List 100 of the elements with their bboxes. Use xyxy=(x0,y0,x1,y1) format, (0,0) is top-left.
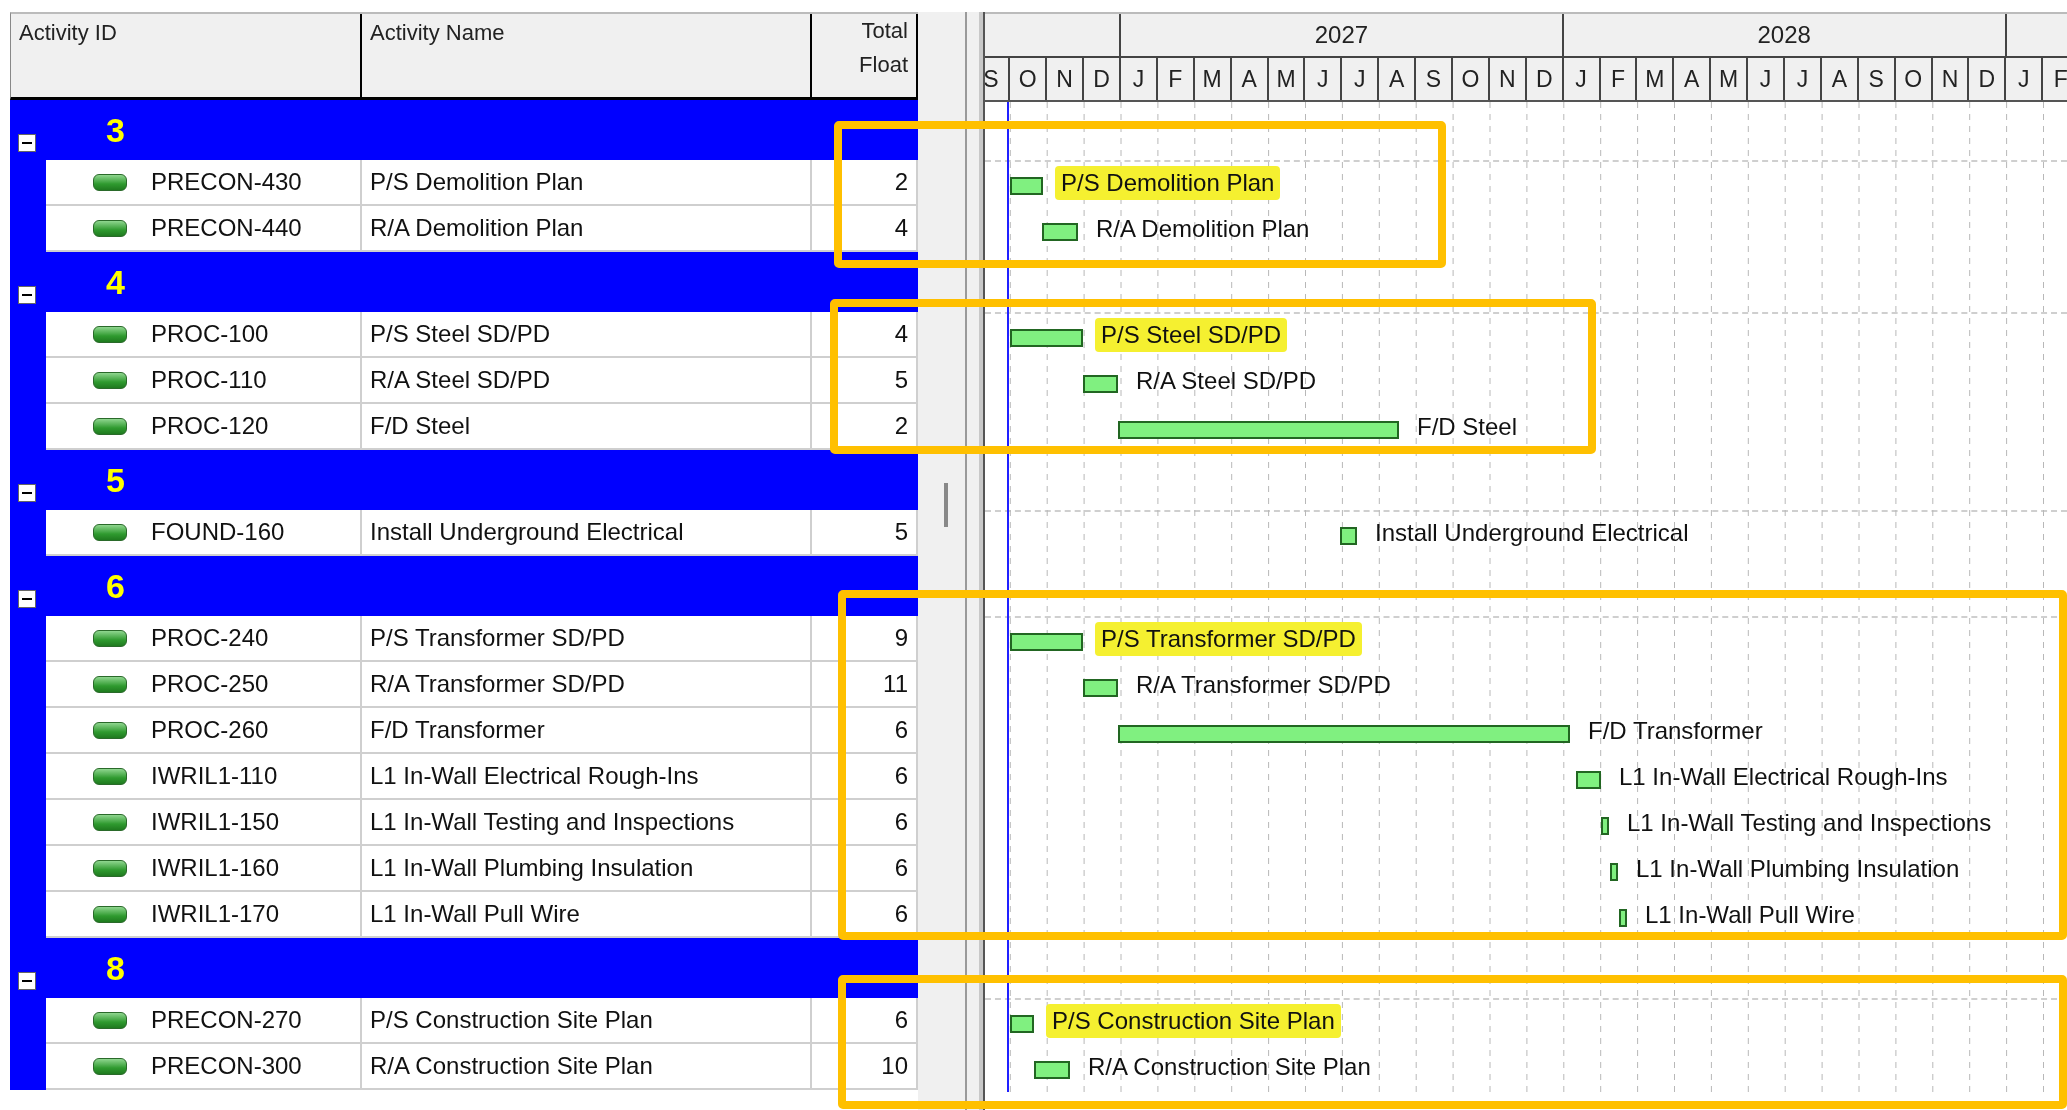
month-label: M xyxy=(1276,65,1296,93)
gantt-bar[interactable] xyxy=(1340,527,1357,545)
activity-bar-icon xyxy=(93,523,127,541)
month-label: N xyxy=(1941,65,1959,93)
month-label: J xyxy=(2018,65,2030,93)
total-float: 2 xyxy=(894,412,908,440)
month-label: O xyxy=(1904,65,1923,93)
month-label: M xyxy=(1645,65,1665,93)
gantt-bar[interactable] xyxy=(1010,177,1043,195)
gantt-bar[interactable] xyxy=(1619,909,1627,927)
activity-id: PRECON-300 xyxy=(151,1052,302,1080)
activity-id: PROC-100 xyxy=(151,320,269,348)
gantt-bar[interactable] xyxy=(1083,375,1118,393)
month-label: D xyxy=(1535,65,1553,93)
total-float: 9 xyxy=(894,624,908,652)
splitter-grip[interactable] xyxy=(944,483,948,527)
month-label: O xyxy=(1461,65,1480,93)
column-header[interactable]: Activity ID xyxy=(11,14,362,97)
activity-name: P/S Demolition Plan xyxy=(370,168,584,196)
activity-id: PROC-260 xyxy=(151,716,269,744)
activity-id: PROC-120 xyxy=(151,412,269,440)
month-label: S xyxy=(1868,65,1884,93)
bar-label: P/S Construction Site Plan xyxy=(1046,1004,1341,1038)
total-float: 6 xyxy=(894,808,908,836)
bar-label: L1 In-Wall Electrical Rough-Ins xyxy=(1618,762,1949,792)
collapse-icon[interactable] xyxy=(18,286,36,304)
bar-label: P/S Demolition Plan xyxy=(1055,166,1281,200)
activity-id: PROC-250 xyxy=(151,670,269,698)
activity-id: PROC-110 xyxy=(151,366,267,394)
month-label: D xyxy=(1978,65,1996,93)
total-float: 5 xyxy=(894,518,908,546)
total-float: 2 xyxy=(894,168,908,196)
month-label: D xyxy=(1093,65,1110,93)
total-float: 10 xyxy=(881,1052,908,1080)
bar-label: Install Underground Electrical xyxy=(1374,518,1690,548)
gantt-bar[interactable] xyxy=(1601,817,1609,835)
month-label: F xyxy=(1168,65,1183,93)
activity-bar-icon xyxy=(93,675,127,693)
year-label: 2027 xyxy=(1314,21,1369,49)
activity-bar-icon xyxy=(93,1057,127,1075)
activity-name: P/S Construction Site Plan xyxy=(370,1006,653,1034)
activity-name: L1 In-Wall Pull Wire xyxy=(370,900,580,928)
gantt-bar[interactable] xyxy=(1576,771,1601,789)
month-label: S xyxy=(985,65,999,93)
month-label: J xyxy=(1317,65,1329,93)
collapse-icon[interactable] xyxy=(18,134,36,152)
activity-id: FOUND-160 xyxy=(151,518,285,546)
activity-name: L1 In-Wall Plumbing Insulation xyxy=(370,854,694,882)
month-label: M xyxy=(1719,65,1739,93)
month-label: F xyxy=(1610,65,1625,93)
total-float: 4 xyxy=(894,320,908,348)
activity-bar-icon xyxy=(93,417,127,435)
group-label: 3 xyxy=(106,110,125,150)
group-label: 8 xyxy=(106,948,125,988)
bar-label: F/D Transformer xyxy=(1587,716,1764,746)
activity-bar-icon xyxy=(93,767,127,785)
group-indent-band xyxy=(10,1044,46,1090)
gantt-bar[interactable] xyxy=(1034,1061,1070,1079)
activity-id: IWRIL1-170 xyxy=(151,900,280,928)
group-label: 5 xyxy=(106,460,125,500)
gantt-bar[interactable] xyxy=(1010,1015,1034,1033)
activity-bar-icon xyxy=(93,371,127,389)
activity-bar-icon xyxy=(93,905,127,923)
activity-name: L1 In-Wall Electrical Rough-Ins xyxy=(370,762,699,790)
gantt-bar[interactable] xyxy=(1610,863,1618,881)
gantt-bar[interactable] xyxy=(1118,421,1399,439)
collapse-icon[interactable] xyxy=(18,484,36,502)
month-label: A xyxy=(1831,65,1847,93)
activity-id: PRECON-270 xyxy=(151,1006,302,1034)
activity-id: PROC-240 xyxy=(151,624,269,652)
activity-name: P/S Transformer SD/PD xyxy=(370,624,625,652)
month-label: J xyxy=(1796,65,1809,93)
total-float: 4 xyxy=(894,214,908,242)
total-float: 5 xyxy=(894,366,908,394)
activity-bar-icon xyxy=(93,859,127,877)
bar-label: L1 In-Wall Plumbing Insulation xyxy=(1635,854,1961,884)
gantt-bar[interactable] xyxy=(1010,329,1083,347)
bar-label: R/A Transformer SD/PD xyxy=(1135,670,1392,700)
gantt-bar[interactable] xyxy=(1083,679,1118,697)
bar-label: R/A Steel SD/PD xyxy=(1135,366,1318,396)
collapse-icon[interactable] xyxy=(18,972,36,990)
column-header[interactable]: Activity Name xyxy=(362,14,812,97)
month-label: A xyxy=(1684,65,1700,93)
month-label: J xyxy=(1759,65,1772,93)
bar-label: R/A Demolition Plan xyxy=(1095,214,1311,244)
gantt-bar[interactable] xyxy=(1042,223,1078,241)
collapse-icon[interactable] xyxy=(18,590,36,608)
gantt-bar[interactable] xyxy=(1010,633,1083,651)
gantt-bar[interactable] xyxy=(1118,725,1570,743)
total-float: 11 xyxy=(883,670,908,698)
activity-name: R/A Transformer SD/PD xyxy=(370,670,625,698)
month-label: F xyxy=(2053,65,2067,93)
total-float: 6 xyxy=(894,900,908,928)
group-label: 6 xyxy=(106,566,125,606)
activity-name: P/S Steel SD/PD xyxy=(370,320,551,348)
bar-label: L1 In-Wall Testing and Inspections xyxy=(1626,808,1993,838)
bar-label: P/S Transformer SD/PD xyxy=(1095,622,1362,656)
total-float: 6 xyxy=(894,854,908,882)
month-label: M xyxy=(1202,65,1222,93)
month-label: J xyxy=(1575,65,1587,93)
